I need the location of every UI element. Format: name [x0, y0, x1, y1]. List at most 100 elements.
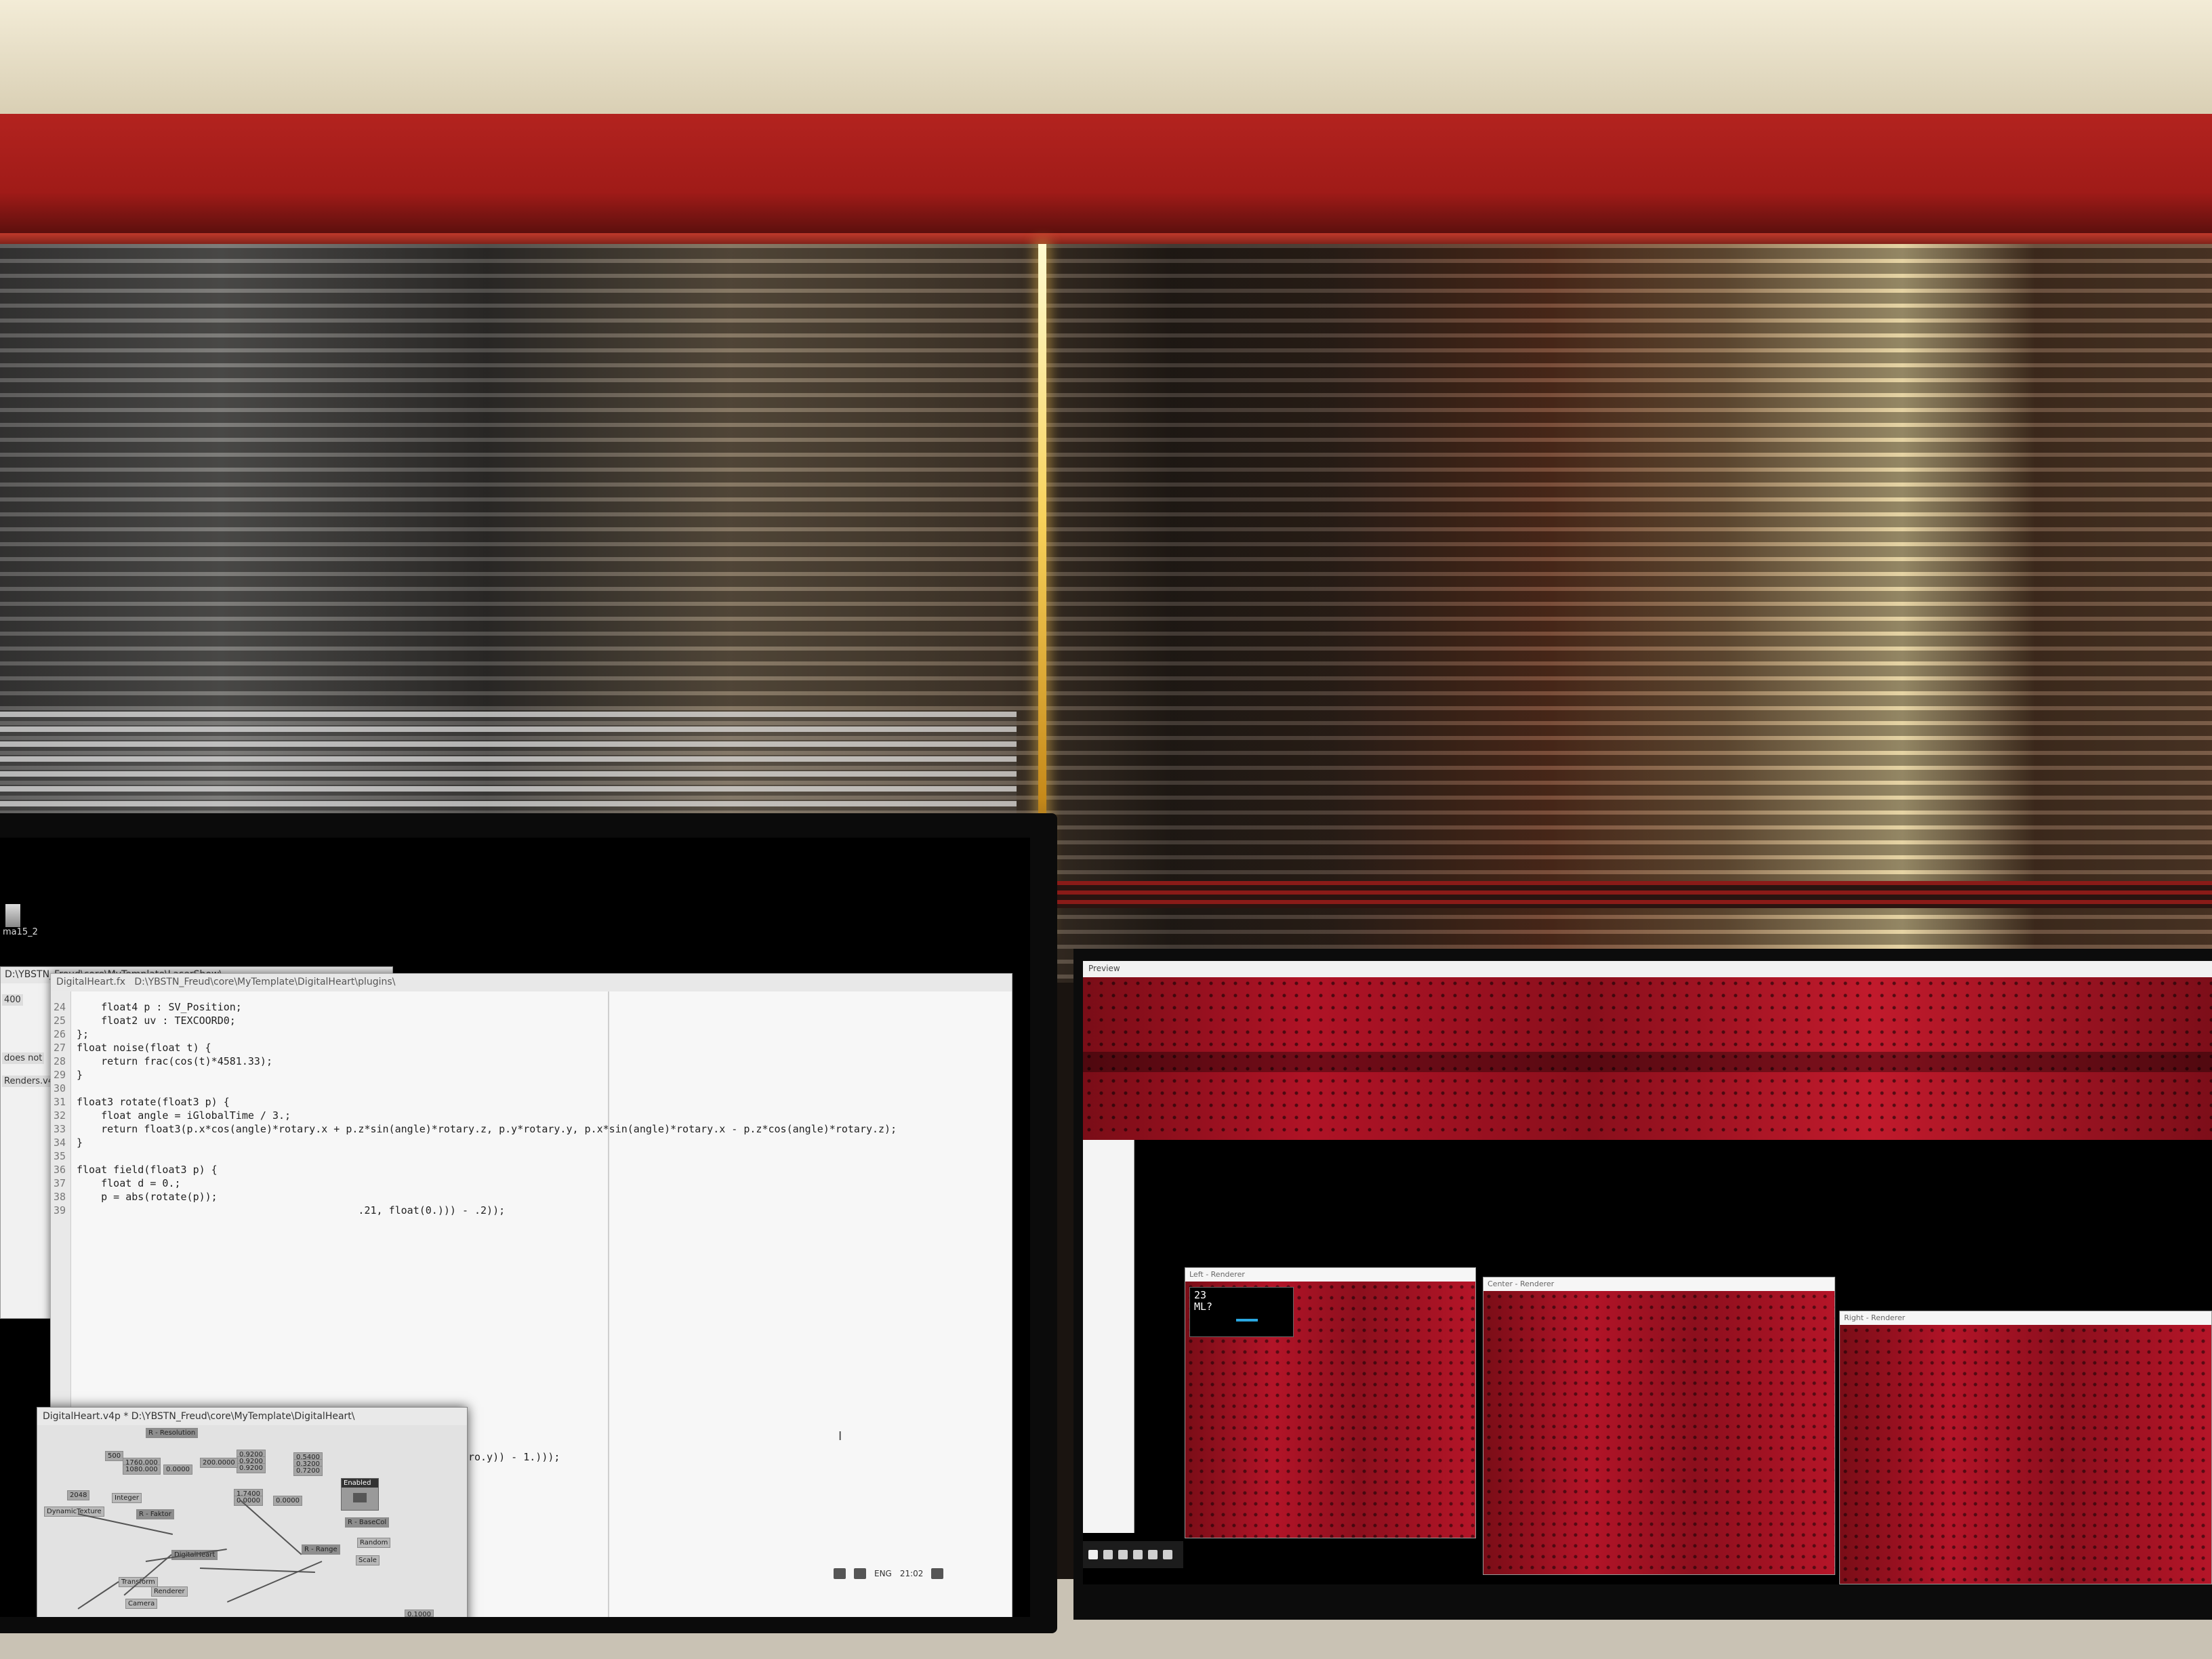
code-text: }: [77, 1069, 83, 1081]
code-text: return float3(p.x*cos(angle)*rotary.x + …: [77, 1123, 897, 1135]
code-text: float noise(float t) {: [77, 1042, 211, 1054]
render-image: [1483, 1291, 1835, 1574]
line-number: 29: [54, 1069, 66, 1081]
fps-counter: 23: [1194, 1289, 1207, 1301]
patch-node[interactable]: 0.0000: [234, 1496, 263, 1506]
code-line[interactable]: 35: [54, 1150, 77, 1162]
line-number: 31: [54, 1096, 66, 1108]
app-icon[interactable]: [1148, 1550, 1158, 1559]
renderer-panel-right[interactable]: Right - Renderer: [1839, 1311, 2212, 1584]
patch-node[interactable]: 500: [105, 1451, 124, 1461]
code-text: return frac(cos(t)*4581.33);: [77, 1055, 272, 1067]
renderer-panel-left[interactable]: Left - Renderer 23 ML?: [1185, 1267, 1476, 1538]
code-line[interactable]: 31 float3 rotate(float3 p) {: [54, 1096, 230, 1108]
patch-editor-window[interactable]: DigitalHeart.v4p * D:\YBSTN_Freud\core\M…: [37, 1407, 468, 1617]
render-dark-band: [1083, 1052, 2212, 1072]
patch-node[interactable]: 2048: [67, 1490, 90, 1500]
background-snippet: does not: [2, 1052, 45, 1064]
patch-node[interactable]: Random: [357, 1538, 391, 1548]
patch-node[interactable]: R - Faktor: [136, 1509, 174, 1519]
code-text: float d = 0.;: [77, 1177, 181, 1189]
line-number: 34: [54, 1136, 66, 1149]
panel-title: Left - Renderer: [1185, 1268, 1475, 1282]
patch-node[interactable]: 0.9200: [237, 1463, 266, 1473]
enabled-swatch: [353, 1493, 367, 1502]
code-text: float3 rotate(float3 p) {: [77, 1096, 230, 1108]
right-monitor: Preview Left - Renderer 23 ML? Center - …: [1073, 949, 2212, 1620]
code-text: float4 p : SV_Position;: [77, 1001, 242, 1013]
code-line[interactable]: 25 float2 uv : TEXCOORD0;: [54, 1015, 236, 1027]
line-number: 24: [54, 1001, 66, 1013]
start-icon[interactable]: [1088, 1550, 1098, 1559]
patch-node[interactable]: Integer: [112, 1493, 142, 1503]
patch-node[interactable]: 0.0000: [273, 1496, 302, 1506]
patch-canvas[interactable]: Enabled R - Resolution 500 1760.000 1080.00…: [37, 1425, 467, 1617]
search-icon[interactable]: [1103, 1550, 1113, 1559]
task-view-icon[interactable]: [1118, 1550, 1128, 1559]
enabled-toggle[interactable]: Enabled: [341, 1478, 379, 1511]
render-output-top: [1083, 977, 2212, 1140]
code-line[interactable]: 32 float angle = iGlobalTime / 3.;: [54, 1109, 291, 1122]
code-text: .21, float(0.))) - .2));: [77, 1204, 506, 1216]
patch-node[interactable]: 0.7200: [293, 1466, 323, 1476]
patch-node[interactable]: Camera: [125, 1599, 158, 1609]
line-number: 26: [54, 1028, 66, 1040]
clock[interactable]: 21:02: [900, 1569, 924, 1578]
code-line[interactable]: 33 return float3(p.x*cos(angle)*rotary.x…: [54, 1123, 897, 1135]
panel-title: Right - Renderer: [1840, 1311, 2211, 1325]
code-line[interactable]: 37 float d = 0.;: [54, 1177, 181, 1189]
enabled-label: Enabled: [342, 1479, 378, 1488]
code-line[interactable]: 36 float field(float3 p) {: [54, 1164, 218, 1176]
patch-node[interactable]: 0.0000: [163, 1465, 192, 1475]
desktop-shortcut[interactable]: ma15_2: [3, 904, 38, 945]
code-split-divider[interactable]: [608, 991, 609, 1617]
code-line[interactable]: 28 return frac(cos(t)*4581.33);: [54, 1055, 272, 1067]
volume-icon[interactable]: [854, 1568, 866, 1579]
code-text: }: [77, 1136, 83, 1149]
code-line[interactable]: 34}: [54, 1136, 83, 1149]
line-number: 30: [54, 1082, 66, 1094]
patch-node[interactable]: DynamicTexture: [44, 1507, 104, 1517]
code-line[interactable]: 27 float noise(float t) {: [54, 1042, 211, 1054]
network-icon[interactable]: [834, 1568, 846, 1579]
code-text: };: [77, 1028, 89, 1040]
code-line[interactable]: 38 p = abs(rotate(p));: [54, 1191, 218, 1203]
code-line[interactable]: 30: [54, 1082, 77, 1094]
background-snippet: 400: [2, 994, 23, 1006]
code-line[interactable]: 39 .21, float(0.))) - .2));: [54, 1204, 505, 1216]
app-icon[interactable]: [1163, 1550, 1172, 1559]
patch-node[interactable]: R - Resolution: [146, 1428, 199, 1438]
code-file-path: D:\YBSTN_Freud\core\MyTemplate\DigitalHe…: [134, 977, 396, 987]
red-beam: [0, 114, 2212, 256]
renderer-panel-center[interactable]: Center - Renderer: [1483, 1277, 1835, 1575]
code-line[interactable]: 29}: [54, 1069, 83, 1081]
patch-node[interactable]: Scale: [356, 1555, 380, 1565]
line-number: 33: [54, 1123, 66, 1135]
language-indicator[interactable]: ENG: [874, 1569, 892, 1578]
code-line[interactable]: 24 float4 p : SV_Position;: [54, 1001, 242, 1013]
left-monitor-screen: ma15_2 D:\YBSTN_Freud\core\MyTemplate\La…: [0, 838, 1030, 1617]
line-number: 28: [54, 1055, 66, 1067]
code-text: float angle = iGlobalTime / 3.;: [77, 1109, 291, 1122]
patch-node[interactable]: 200.0000: [200, 1458, 238, 1468]
code-text: float2 uv : TEXCOORD0;: [77, 1015, 236, 1027]
preview-title-bar: Preview: [1083, 961, 2212, 977]
patch-node[interactable]: Renderer: [151, 1586, 188, 1597]
patch-node[interactable]: 1080.000: [123, 1465, 161, 1475]
patch-node[interactable]: 0.1000: [405, 1616, 434, 1617]
code-window-title: DigitalHeart.fx D:\YBSTN_Freud\core\MyTe…: [51, 974, 1012, 991]
folder-icon[interactable]: [1133, 1550, 1143, 1559]
patch-node[interactable]: R - BaseCol: [345, 1517, 390, 1528]
code-line[interactable]: 26};: [54, 1028, 89, 1040]
line-number: 35: [54, 1150, 66, 1162]
line-number: 39: [54, 1204, 66, 1216]
side-window-strip[interactable]: [1083, 1140, 1134, 1533]
taskbar: [1083, 1541, 1183, 1568]
patch-wire: [226, 1561, 323, 1603]
patch-node[interactable]: R - Range: [302, 1544, 340, 1555]
notification-icon[interactable]: [931, 1568, 944, 1579]
red-stripe: [1057, 881, 2212, 908]
code-tab-title[interactable]: DigitalHeart.fx: [56, 977, 125, 987]
panel-title: Center - Renderer: [1483, 1277, 1835, 1291]
desktop-shortcut-label: ma15_2: [3, 927, 38, 937]
